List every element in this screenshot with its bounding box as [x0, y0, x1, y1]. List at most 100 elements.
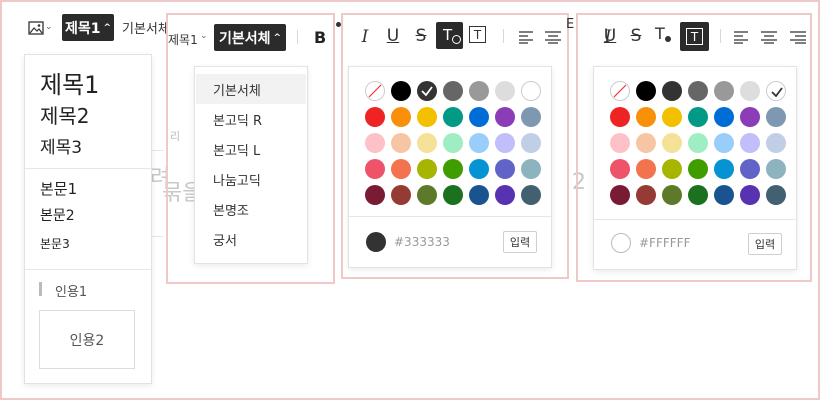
input-button[interactable]: 입력 [503, 231, 537, 253]
align-center-icon[interactable] [761, 29, 777, 48]
menu-item-quote2[interactable]: 인용2 [39, 310, 135, 369]
heading-selector-button[interactable]: 제목1 ^ [62, 14, 114, 41]
align-left-icon[interactable] [734, 29, 748, 48]
color-swatch[interactable] [610, 107, 630, 127]
color-swatch[interactable] [495, 107, 515, 127]
color-swatch[interactable] [610, 81, 630, 101]
color-swatch[interactable] [688, 133, 708, 153]
color-swatch[interactable] [391, 81, 411, 101]
align-left-icon[interactable] [519, 29, 533, 48]
image-icon[interactable] [27, 19, 45, 37]
heading-selector-label[interactable]: 제목1 [168, 31, 198, 48]
color-swatch[interactable] [740, 81, 760, 101]
menu-item-font[interactable]: 기본서체 [213, 80, 261, 99]
color-swatch[interactable] [521, 107, 541, 127]
menu-item-body1[interactable]: 본문1 [40, 178, 77, 199]
color-swatch[interactable] [714, 159, 734, 179]
color-swatch[interactable] [636, 81, 656, 101]
menu-item-font[interactable]: 나눔고딕 [213, 170, 261, 189]
underline-icon[interactable]: U [601, 26, 619, 46]
color-swatch[interactable] [636, 107, 656, 127]
color-swatch[interactable] [688, 185, 708, 205]
color-swatch[interactable] [688, 159, 708, 179]
text-color-button[interactable]: T [436, 22, 463, 49]
color-swatch[interactable] [662, 159, 682, 179]
color-swatch[interactable] [610, 159, 630, 179]
italic-icon[interactable]: I [356, 27, 374, 47]
font-selector-label[interactable]: 기본서체 [122, 18, 166, 37]
color-swatch[interactable] [417, 107, 437, 127]
menu-item-body2[interactable]: 본문2 [40, 205, 75, 225]
color-swatch[interactable] [443, 81, 463, 101]
color-swatch[interactable] [636, 185, 656, 205]
color-swatch[interactable] [740, 185, 760, 205]
color-swatch[interactable] [443, 159, 463, 179]
chevron-down-icon[interactable]: ⌄ [45, 22, 53, 32]
color-swatch[interactable] [391, 107, 411, 127]
color-swatch[interactable] [740, 107, 760, 127]
color-swatch[interactable] [610, 133, 630, 153]
text-color-icon[interactable]: T [655, 24, 665, 43]
color-swatch-selected[interactable] [766, 81, 786, 101]
color-swatch[interactable] [766, 159, 786, 179]
color-swatch[interactable] [443, 107, 463, 127]
color-swatch[interactable] [521, 159, 541, 179]
menu-item-heading3[interactable]: 제목3 [40, 133, 82, 158]
color-swatch[interactable] [495, 185, 515, 205]
color-swatch[interactable] [662, 107, 682, 127]
color-swatch[interactable] [469, 107, 489, 127]
color-swatch[interactable] [714, 185, 734, 205]
color-swatch[interactable] [495, 133, 515, 153]
input-button[interactable]: 입력 [748, 233, 782, 255]
color-swatch[interactable] [365, 81, 385, 101]
color-swatch[interactable] [740, 159, 760, 179]
color-swatch[interactable] [766, 133, 786, 153]
menu-item-body3[interactable]: 본문3 [40, 235, 70, 252]
align-right-icon[interactable] [790, 29, 806, 48]
color-swatch[interactable] [417, 185, 437, 205]
menu-item-font[interactable]: 본명조 [213, 200, 249, 219]
color-swatch[interactable] [766, 107, 786, 127]
color-swatch[interactable] [365, 133, 385, 153]
color-swatch[interactable] [495, 159, 515, 179]
color-swatch[interactable] [688, 107, 708, 127]
color-swatch[interactable] [443, 185, 463, 205]
text-bg-color-icon[interactable]: T [469, 26, 486, 43]
bold-button[interactable]: B [314, 28, 326, 47]
font-selector-button[interactable]: 기본서체 ^ [214, 24, 286, 51]
color-swatch-selected[interactable] [417, 81, 437, 101]
color-swatch[interactable] [521, 185, 541, 205]
color-swatch[interactable] [766, 185, 786, 205]
color-swatch[interactable] [610, 185, 630, 205]
color-swatch[interactable] [636, 133, 656, 153]
color-swatch[interactable] [417, 133, 437, 153]
color-swatch[interactable] [365, 107, 385, 127]
align-center-icon[interactable] [545, 29, 561, 48]
color-swatch[interactable] [662, 133, 682, 153]
color-swatch[interactable] [521, 133, 541, 153]
color-swatch[interactable] [714, 81, 734, 101]
menu-item-heading1[interactable]: 제목1 [40, 65, 99, 100]
color-swatch[interactable] [636, 159, 656, 179]
color-swatch[interactable] [469, 133, 489, 153]
text-bg-color-button[interactable]: T [680, 22, 709, 51]
menu-item-quote1[interactable]: 인용1 [55, 281, 87, 300]
color-swatch[interactable] [740, 133, 760, 153]
color-swatch[interactable] [417, 159, 437, 179]
color-swatch[interactable] [391, 133, 411, 153]
strikethrough-icon[interactable]: S [412, 26, 430, 46]
color-swatch[interactable] [365, 159, 385, 179]
color-swatch[interactable] [391, 185, 411, 205]
menu-item-heading2[interactable]: 제목2 [40, 100, 90, 129]
color-swatch[interactable] [714, 107, 734, 127]
color-swatch[interactable] [495, 81, 515, 101]
color-swatch[interactable] [662, 185, 682, 205]
color-swatch[interactable] [714, 133, 734, 153]
menu-item-font[interactable]: 본고딕 L [213, 140, 260, 159]
hex-input[interactable]: #FFFFFF [639, 236, 690, 250]
menu-item-font[interactable]: 궁서 [213, 230, 237, 249]
color-swatch[interactable] [365, 185, 385, 205]
color-swatch[interactable] [662, 81, 682, 101]
color-swatch[interactable] [469, 159, 489, 179]
color-swatch[interactable] [688, 81, 708, 101]
